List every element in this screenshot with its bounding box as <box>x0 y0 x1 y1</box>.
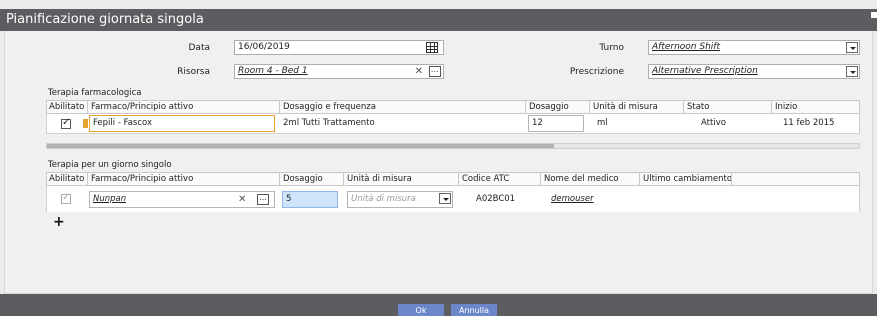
clear-risorsa-icon[interactable]: ✕ <box>415 66 423 78</box>
terapia-farmacologica-title: Terapia farmacologica <box>48 88 142 98</box>
col-abilitato[interactable]: Abilitato <box>46 101 87 114</box>
terapia-singolo-header: Abilitato Farmaco/Principio attivo Dosag… <box>46 172 860 186</box>
unita-select[interactable]: Unità di misura <box>347 191 453 208</box>
col-stato[interactable]: Stato <box>683 101 771 114</box>
data-label: Data <box>188 43 211 53</box>
data-date-field[interactable]: 16/06/2019 <box>234 40 444 55</box>
col-dosaggio[interactable]: Dosaggio <box>279 173 343 186</box>
col-farmaco[interactable]: Farmaco/Principio attivo <box>87 173 279 186</box>
col-unita[interactable]: Unità di misura <box>589 101 683 114</box>
scrollbar-thumb[interactable] <box>47 144 554 148</box>
window-titlebar: Pianificazione giornata singola <box>0 9 877 31</box>
prescrizione-label: Prescrizione <box>569 67 624 77</box>
col-inizio[interactable]: Inizio <box>771 101 861 114</box>
dosaggio-input[interactable]: 12 <box>528 115 584 132</box>
turno-select[interactable]: Afternoon Shift <box>648 40 860 55</box>
inizio-cell: 11 feb 2015 <box>783 118 835 128</box>
ultimo-cambiamento-cell <box>647 190 651 209</box>
window-title: Pianificazione giornata singola <box>6 12 204 27</box>
clear-farmaco-icon[interactable]: ✕ <box>238 194 246 206</box>
warning-icon <box>83 119 88 128</box>
risorsa-label: Risorsa <box>177 67 210 77</box>
dialog-footer: Ok Annulla <box>0 294 877 316</box>
prescrizione-select[interactable]: Alternative Prescription <box>648 64 860 79</box>
add-row-button[interactable]: + <box>53 215 65 229</box>
risorsa-field[interactable]: Room 4 - Bed 1 ✕ ... <box>234 64 444 79</box>
unita-cell: ml <box>597 118 608 128</box>
medico-link[interactable]: demouser <box>547 190 594 209</box>
chevron-down-icon[interactable] <box>846 66 858 77</box>
col-dosaggio-frequenza[interactable]: Dosaggio e frequenza <box>279 101 525 114</box>
risorsa-lookup-icon[interactable]: ... <box>429 66 441 77</box>
horizontal-scrollbar[interactable] <box>46 143 860 149</box>
codice-atc-cell: A02BC01 <box>476 194 516 204</box>
terapia-singolo-title: Terapia per un giorno singolo <box>48 160 172 170</box>
col-dosaggio[interactable]: Dosaggio <box>525 101 589 114</box>
window-corner-marker <box>871 12 877 18</box>
abilitato-checkbox[interactable] <box>61 117 71 129</box>
dosaggio-input[interactable]: 5 <box>282 191 338 208</box>
farmaco-lookup-icon[interactable]: ... <box>257 194 269 205</box>
col-farmaco[interactable]: Farmaco/Principio attivo <box>87 101 279 114</box>
chevron-down-icon[interactable] <box>439 193 451 204</box>
col-abilitato[interactable]: Abilitato <box>46 173 87 186</box>
ok-button[interactable]: Ok <box>398 304 444 316</box>
chevron-down-icon[interactable] <box>846 42 858 53</box>
prescrizione-value: Alternative Prescription <box>652 66 758 76</box>
col-medico[interactable]: Nome del medico <box>540 173 639 186</box>
table-row[interactable]: Fepili - Fascox 2ml Tutti Trattamento 12… <box>46 114 860 134</box>
data-date-value: 16/06/2019 <box>238 42 290 52</box>
abilitato-checkbox <box>61 192 71 204</box>
farmaco-cell[interactable]: Fepili - Fascox <box>89 115 275 132</box>
unita-placeholder: Unità di misura <box>351 194 416 204</box>
col-unita[interactable]: Unità di misura <box>343 173 458 186</box>
turno-value: Afternoon Shift <box>652 42 720 52</box>
col-empty <box>731 173 861 186</box>
table-row[interactable]: Nunpan ✕ ... 5 Unità di misura A02BC01 d… <box>46 186 860 212</box>
turno-label: Turno <box>599 43 624 53</box>
risorsa-value[interactable]: Room 4 - Bed 1 <box>238 66 308 76</box>
dosaggio-frequenza-cell: 2ml Tutti Trattamento <box>283 118 375 128</box>
farmaco-field[interactable]: Nunpan <box>89 191 275 208</box>
col-ultimo[interactable]: Ultimo cambiamento <box>639 173 732 186</box>
calendar-icon[interactable] <box>426 42 438 53</box>
col-codice-atc[interactable]: Codice ATC <box>458 173 540 186</box>
annulla-button[interactable]: Annulla <box>451 304 497 316</box>
stato-cell: Attivo <box>701 118 726 128</box>
terapia-farmacologica-header: Abilitato Farmaco/Principio attivo Dosag… <box>46 100 860 114</box>
farmaco-value[interactable]: Nunpan <box>93 194 126 204</box>
